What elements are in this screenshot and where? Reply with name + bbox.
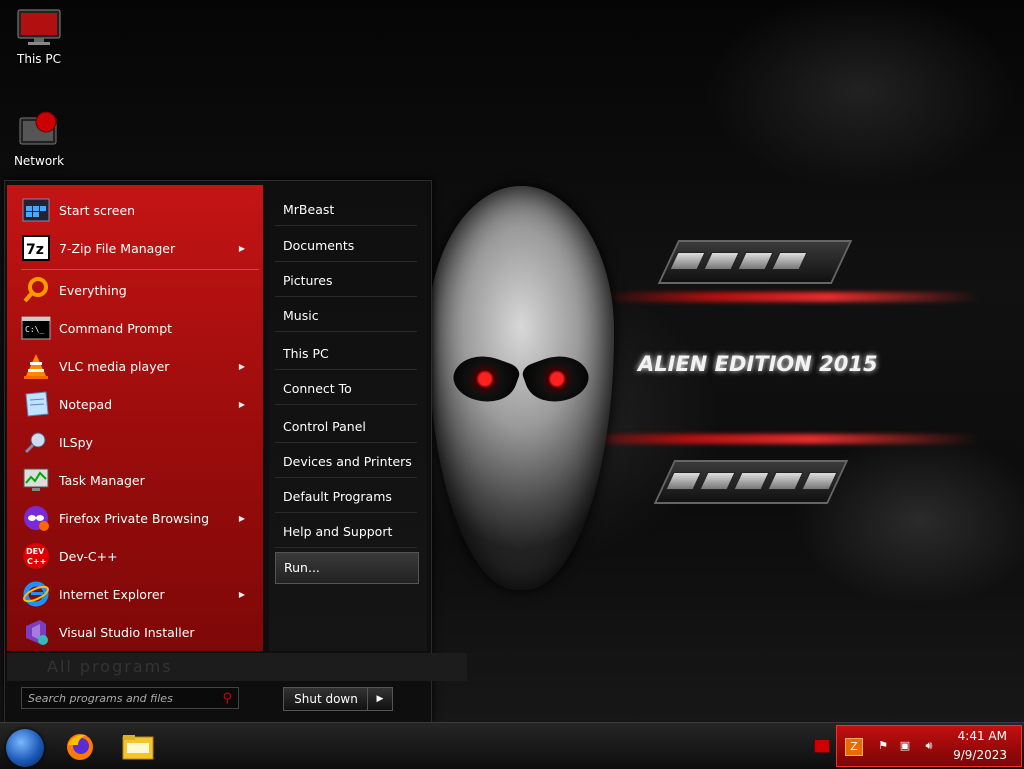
desktop-icon-network[interactable]: Network [4,110,74,168]
volume-icon[interactable]: 🔊︎ [921,738,937,754]
task-manager-icon [21,465,51,495]
start-menu: Start screen 7z 7-Zip File Manager ▶ Eve… [4,180,467,722]
desktop-icon-label: Network [13,154,65,168]
program-label: Start screen [59,202,136,218]
network-icon [16,110,62,150]
search-icon: ⚲ [222,691,232,706]
tray-app-icon[interactable]: Z [845,738,863,756]
place-item-user-folder[interactable]: MrBeast [275,195,417,226]
wallpaper-plate [653,460,849,504]
program-label: 7-Zip File Manager [59,240,176,256]
program-item-visual-studio-installer[interactable]: Visual Studio Installer [21,615,249,649]
wallpaper-red-stripe [560,434,980,444]
network-tray-icon[interactable]: ▣ [897,738,913,754]
programs-panel: Start screen 7z 7-Zip File Manager ▶ Eve… [7,185,263,651]
place-item-pictures[interactable]: Pictures [275,266,417,297]
notepad-icon [21,389,51,419]
place-item-documents[interactable]: Documents [275,231,417,262]
system-tray: Z ⚑ ▣ 🔊︎ 4:41 AM 9/9/2023 [836,725,1022,767]
program-label: ILSpy [59,434,93,450]
ilspy-icon [21,427,51,457]
places-panel: MrBeast Documents Pictures Music This PC… [269,185,427,651]
place-item-help-support[interactable]: Help and Support [275,517,417,548]
clock-time[interactable]: 4:41 AM [958,729,1007,743]
program-item-start-screen[interactable]: Start screen [21,193,249,227]
submenu-arrow-icon: ▶ [238,513,245,523]
place-item-run[interactable]: Run... [275,552,419,584]
alien-eye-right [520,346,594,412]
program-item-notepad[interactable]: Notepad ▶ [21,387,249,421]
visual-studio-icon [21,617,51,647]
program-item-command-prompt[interactable]: C:\_ Command Prompt [21,311,249,345]
program-label: Command Prompt [59,320,173,336]
flag-icon[interactable]: ⚑ [875,738,891,754]
place-item-control-panel[interactable]: Control Panel [275,412,417,443]
wallpaper-brand-text: ALIEN EDITION 2015 [638,352,878,376]
terminal-icon: C:\_ [21,313,51,343]
desktop: ALIEN EDITION 2015 This PC Network Start… [0,0,1024,722]
svg-text:7z: 7z [26,242,44,258]
program-item-task-manager[interactable]: Task Manager [21,463,249,497]
folder-icon [122,735,154,760]
submenu-arrow-icon: ▶ [238,243,245,253]
program-item-7zip[interactable]: 7z 7-Zip File Manager ▶ [21,231,249,265]
program-item-ilspy[interactable]: ILSpy [21,425,249,459]
alien-eye-left [448,346,522,412]
program-label: Notepad [59,396,113,412]
program-label: Internet Explorer [59,586,165,602]
wallpaper-plate [657,240,853,284]
shutdown-options-button[interactable]: ▶ [367,687,393,711]
program-item-firefox-private[interactable]: Firefox Private Browsing ▶ [21,501,249,535]
submenu-arrow-icon: ▶ [238,589,245,599]
taskbar-app-file-explorer[interactable] [120,729,156,765]
program-label: Visual Studio Installer [59,624,195,640]
program-item-internet-explorer[interactable]: Internet Explorer ▶ [21,577,249,611]
taskbar: Z ⚑ ▣ 🔊︎ 4:41 AM 9/9/2023 [0,722,1024,769]
separator [21,269,259,270]
program-label: Dev-C++ [59,548,118,564]
search-input[interactable]: Search programs and files ⚲ [21,687,239,709]
monitor-icon [16,8,62,48]
svg-text:C:\_: C:\_ [25,325,44,334]
svg-text:C++: C++ [27,557,46,566]
internet-explorer-icon [21,579,51,609]
taskbar-app-firefox[interactable] [62,729,98,765]
show-desktop-button[interactable] [814,739,830,753]
submenu-arrow-icon: ▶ [238,399,245,409]
start-button[interactable] [6,729,44,767]
start-screen-icon [21,195,51,225]
program-label: Task Manager [59,472,145,488]
search-placeholder: Search programs and files [28,692,173,705]
clock-date[interactable]: 9/9/2023 [953,748,1007,762]
alien-head-graphic [428,186,614,590]
place-item-this-pc[interactable]: This PC [275,339,417,370]
all-programs-button[interactable]: All programs [7,653,467,681]
program-label: Firefox Private Browsing [59,510,210,526]
magnifier-icon [21,275,51,305]
vlc-cone-icon [21,351,51,381]
place-item-default-programs[interactable]: Default Programs [275,482,417,513]
place-item-connect-to[interactable]: Connect To [275,374,417,405]
firefox-icon [67,734,93,760]
chevron-right-icon: ▶ [376,694,384,704]
program-item-devcpp[interactable]: DEV C++ Dev-C++ [21,539,249,573]
desktop-icon-this-pc[interactable]: This PC [4,8,74,66]
svg-text:DEV: DEV [26,547,45,556]
submenu-arrow-icon: ▶ [238,361,245,371]
program-item-vlc[interactable]: VLC media player ▶ [21,349,249,383]
program-item-everything[interactable]: Everything [21,273,249,307]
firefox-private-icon [21,503,51,533]
devcpp-icon: DEV C++ [21,541,51,571]
place-item-music[interactable]: Music [275,301,417,332]
wallpaper-red-stripe [600,292,980,302]
desktop-icon-label: This PC [17,52,61,66]
7zip-icon: 7z [21,233,51,263]
place-item-devices-printers[interactable]: Devices and Printers [275,447,417,478]
program-label: Everything [59,282,127,298]
shutdown-button[interactable]: Shut down [283,687,369,711]
program-label: VLC media player [59,358,170,374]
